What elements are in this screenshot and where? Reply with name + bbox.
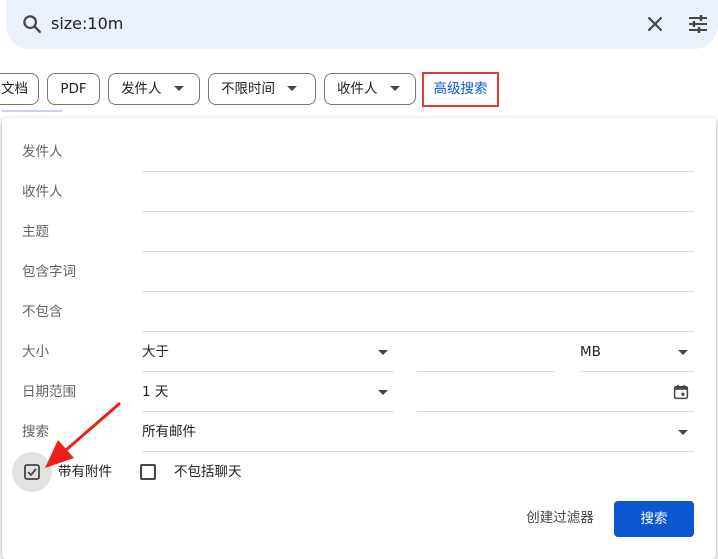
advanced-search-button[interactable]: 高级搜索 bbox=[422, 72, 499, 107]
search-bar: size:10m bbox=[6, 0, 718, 49]
row-from: 发件人 bbox=[2, 132, 716, 172]
checkbox-checked-icon bbox=[24, 464, 40, 480]
advanced-search-panel: 发件人 收件人 主题 包含字词 不包含 大小 大于 MB 日期范围 1 天 搜索… bbox=[2, 118, 716, 559]
size-unit-select[interactable]: MB bbox=[580, 332, 694, 372]
chip-docs[interactable]: 文档 bbox=[0, 73, 39, 105]
row-size: 大小 大于 MB bbox=[2, 332, 716, 372]
has-attachment-label[interactable]: 带有附件 bbox=[58, 452, 112, 492]
size-unit-value: MB bbox=[580, 344, 601, 360]
row-has-words: 包含字词 bbox=[2, 252, 716, 292]
filter-chips: 文档 PDF 发件人 不限时间 收件人 高级搜索 bbox=[0, 72, 718, 107]
row-date: 日期范围 1 天 bbox=[2, 372, 716, 412]
row-search-in: 搜索 所有邮件 bbox=[2, 412, 716, 452]
checkbox-row: 带有附件 不包括聊天 bbox=[2, 452, 716, 492]
chevron-down-icon bbox=[173, 85, 184, 91]
from-label: 发件人 bbox=[22, 144, 63, 160]
chevron-down-icon bbox=[378, 350, 388, 355]
to-label: 收件人 bbox=[22, 184, 63, 200]
chevron-down-icon bbox=[378, 390, 388, 395]
chevron-down-icon bbox=[389, 85, 400, 91]
chip-from[interactable]: 发件人 bbox=[108, 73, 200, 105]
chip-time[interactable]: 不限时间 bbox=[208, 73, 316, 105]
calendar-icon[interactable] bbox=[672, 383, 690, 401]
close-icon[interactable] bbox=[643, 12, 667, 36]
doesnt-have-label: 不包含 bbox=[22, 304, 63, 320]
chip-to-label: 收件人 bbox=[337, 81, 378, 97]
row-doesnt-have: 不包含 bbox=[2, 292, 716, 332]
exclude-chats-label[interactable]: 不包括聊天 bbox=[174, 452, 242, 492]
chevron-down-icon bbox=[678, 430, 688, 435]
chip-from-label: 发件人 bbox=[121, 81, 162, 97]
chip-pdf[interactable]: PDF bbox=[47, 73, 100, 105]
chevron-down-icon bbox=[678, 350, 688, 355]
create-filter-button[interactable]: 创建过滤器 bbox=[508, 500, 612, 536]
date-range-label: 日期范围 bbox=[22, 384, 76, 400]
search-button[interactable]: 搜索 bbox=[614, 501, 694, 537]
row-subject: 主题 bbox=[2, 212, 716, 252]
chip-docs-label: 文档 bbox=[1, 81, 28, 97]
chevron-down-icon bbox=[287, 85, 297, 91]
panel-footer: 创建过滤器 搜索 bbox=[2, 500, 716, 538]
size-value-input[interactable] bbox=[417, 332, 555, 372]
background-fragment bbox=[2, 110, 62, 112]
subject-label: 主题 bbox=[22, 224, 49, 240]
row-to: 收件人 bbox=[2, 172, 716, 212]
date-range-select[interactable]: 1 天 bbox=[142, 372, 394, 412]
search-scope-value: 所有邮件 bbox=[142, 424, 196, 440]
search-in-label: 搜索 bbox=[22, 424, 49, 440]
search-scope-select[interactable]: 所有邮件 bbox=[142, 412, 694, 452]
has-words-label: 包含字词 bbox=[22, 264, 76, 280]
has-attachment-checkbox[interactable] bbox=[12, 452, 52, 492]
exclude-chats-checkbox[interactable] bbox=[140, 464, 156, 480]
chip-time-label: 不限时间 bbox=[221, 81, 275, 97]
chip-pdf-label: PDF bbox=[60, 81, 87, 97]
search-input[interactable]: size:10m bbox=[51, 13, 123, 35]
date-range-value: 1 天 bbox=[142, 384, 169, 400]
tune-icon[interactable] bbox=[686, 12, 710, 36]
size-operator-value: 大于 bbox=[142, 344, 169, 360]
size-operator-select[interactable]: 大于 bbox=[142, 332, 394, 372]
size-label: 大小 bbox=[22, 344, 49, 360]
date-input[interactable] bbox=[417, 372, 694, 412]
chip-to[interactable]: 收件人 bbox=[324, 73, 416, 105]
search-icon[interactable] bbox=[21, 13, 43, 35]
